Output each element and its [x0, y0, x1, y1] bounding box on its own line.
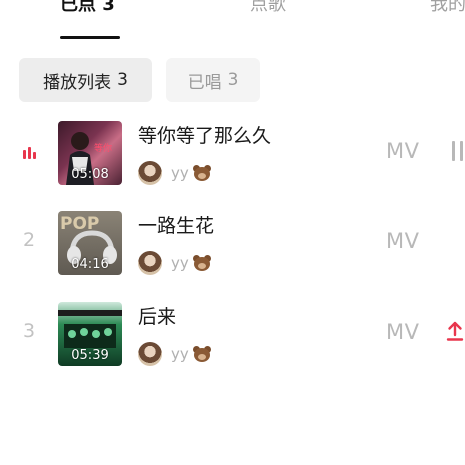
pause-icon[interactable]	[450, 141, 465, 161]
requester: yy	[138, 161, 212, 185]
album-cover: 等你 05:08	[58, 121, 122, 185]
song-title: 一路生花	[138, 215, 215, 237]
tab-order-songs[interactable]: 点歌	[250, 0, 286, 16]
album-cover: POP 04:16	[58, 211, 122, 275]
subtab-sung-label: 已唱	[187, 72, 222, 93]
avatar	[138, 161, 162, 185]
subtab-sung-count: 3	[227, 70, 239, 90]
song-row[interactable]: 等你 05:08 等你等了那么久 yy MV	[0, 119, 465, 185]
mv-button[interactable]: MV	[386, 139, 419, 163]
subtab-playlist-count: 3	[117, 70, 128, 90]
requester-name: yy	[171, 345, 189, 363]
song-duration: 05:08	[71, 167, 109, 182]
song-row[interactable]: 3 05:39 后来 yy MV	[0, 300, 465, 366]
svg-text:等你: 等你	[94, 142, 112, 154]
song-row[interactable]: 2 POP 04:16 一路生花 yy MV	[0, 209, 465, 275]
song-index: 3	[22, 320, 36, 342]
song-index: 2	[22, 229, 36, 251]
bear-emoji-icon	[192, 164, 212, 182]
song-title: 等你等了那么久	[138, 125, 272, 147]
tab-mine[interactable]: 我的	[430, 0, 465, 16]
tab-queued[interactable]: 已点 3	[60, 0, 115, 16]
top-tabs: 已点 3 点歌 我的	[0, 0, 465, 40]
bear-emoji-icon	[192, 345, 212, 363]
equalizer-icon	[23, 147, 37, 159]
active-tab-indicator	[60, 36, 120, 39]
song-duration: 04:16	[71, 257, 109, 272]
requester: yy	[138, 251, 212, 275]
subtab-sung[interactable]: 已唱 3	[166, 58, 260, 102]
song-title: 后来	[138, 306, 177, 328]
avatar	[138, 251, 162, 275]
mv-button[interactable]: MV	[386, 229, 419, 253]
avatar	[138, 342, 162, 366]
mv-button[interactable]: MV	[386, 320, 419, 344]
song-duration: 05:39	[71, 348, 109, 363]
requester-name: yy	[171, 164, 189, 182]
subtab-playlist-label: 播放列表	[43, 72, 112, 93]
requester: yy	[138, 342, 212, 366]
requester-name: yy	[171, 254, 189, 272]
album-cover: 05:39	[58, 302, 122, 366]
subtab-playlist[interactable]: 播放列表 3	[19, 58, 152, 102]
move-to-top-icon[interactable]	[446, 320, 464, 342]
bear-emoji-icon	[192, 254, 212, 272]
